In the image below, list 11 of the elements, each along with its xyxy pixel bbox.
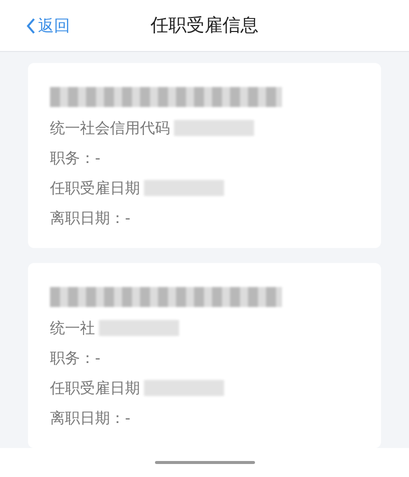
field-label: 离职日期：- [50,208,130,229]
back-button[interactable]: 返回 [26,14,70,38]
field-label: 职务：- [50,148,100,169]
field-label: 统一社会信用代码 [50,118,170,139]
field-label: 离职日期：- [50,408,130,429]
chevron-left-icon [26,17,36,35]
field-label: 任职受雇日期 [50,178,140,199]
page-title: 任职受雇信息 [150,14,258,38]
field-label: 统一社 [50,318,95,339]
field-label: 职务：- [50,348,100,369]
field-label: 任职受雇日期 [50,378,140,399]
